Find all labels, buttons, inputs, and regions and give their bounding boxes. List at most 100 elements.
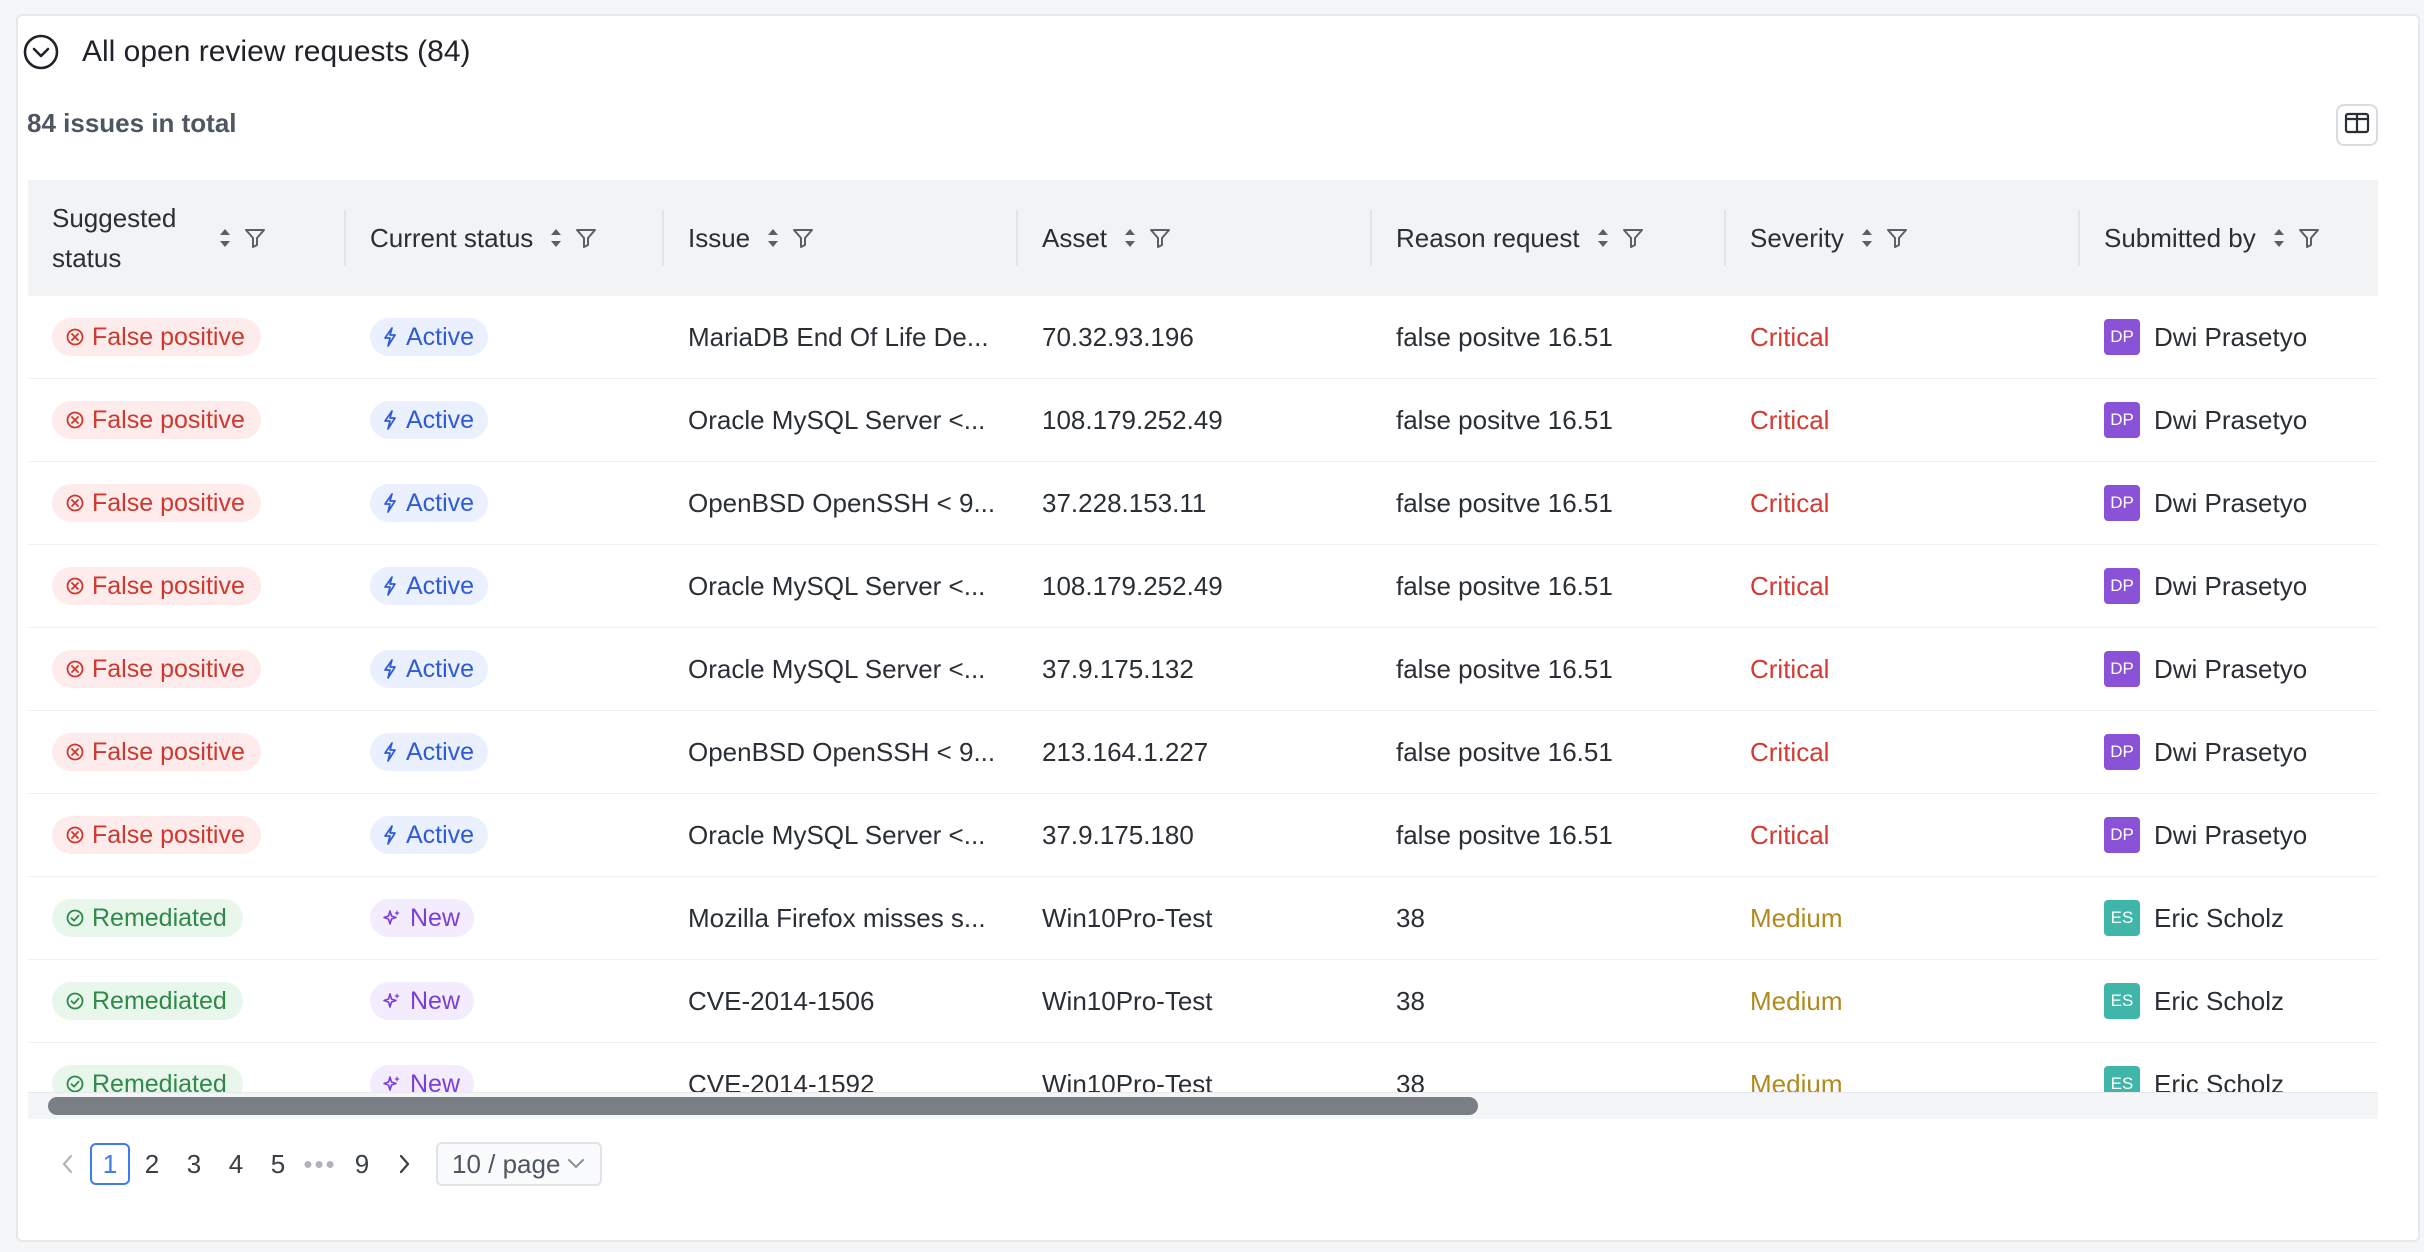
page-button-2[interactable]: 2 [132,1143,172,1185]
horizontal-scrollbar-thumb[interactable] [48,1097,1478,1115]
x-circle-icon [66,660,84,678]
reason-cell: false positve 16.51 [1396,819,1613,850]
current-status-tag: Active [370,650,489,688]
filter-icon[interactable] [1149,227,1171,249]
current-status-cell: New [346,1065,664,1092]
issue-cell[interactable]: MariaDB End Of Life De... [664,322,1018,353]
filter-icon[interactable] [2298,227,2320,249]
issue-cell[interactable]: Oracle MySQL Server <... [664,571,1018,602]
column-header-label: Reason request [1396,223,1580,253]
submitter-name: Dwi Prasetyo [2154,736,2308,767]
issue-cell[interactable]: OpenBSD OpenSSH < 9... [664,488,1018,519]
table-row[interactable]: Remediated New CVE-2014-1592 Win10Pro-Test 3… [28,1043,2378,1092]
current-status-tag: Active [370,401,489,439]
sparkle-icon [383,910,400,925]
prev-page-button[interactable] [48,1143,88,1185]
table-row[interactable]: Remediated New CVE-2014-1506 Win10Pro-Test 3… [28,960,2378,1043]
suggested-status-label: False positive [92,322,245,351]
suggested-status-cell: False positive [28,816,346,854]
suggested-status-tag: False positive [52,318,261,356]
suggested-status-label: False positive [92,405,245,434]
page-button-4[interactable]: 4 [216,1143,256,1185]
sort-icon[interactable] [1594,225,1612,251]
avatar: DP [2104,651,2140,687]
current-status-cell: Active [346,816,664,854]
check-circle-icon [66,992,84,1010]
table-row[interactable]: False positive Active OpenBSD OpenSSH < 9.… [28,462,2378,545]
issue-cell[interactable]: CVE-2014-1506 [664,986,1018,1017]
sort-icon[interactable] [1121,225,1139,251]
table-header: Suggested status Current status Issue Asset… [28,180,2378,296]
column-header-suggested-status[interactable]: Suggested status [28,180,346,296]
sort-icon[interactable] [1858,225,1876,251]
table-row[interactable]: False positive Active MariaDB End Of Life … [28,296,2378,379]
current-status-label: Active [406,571,475,600]
pagination-ellipsis[interactable]: ••• [300,1143,340,1185]
x-circle-icon [66,494,84,512]
column-header-severity[interactable]: Severity [1726,180,2080,296]
issue-cell[interactable]: OpenBSD OpenSSH < 9... [664,737,1018,768]
table-row[interactable]: False positive Active Oracle MySQL Server … [28,545,2378,628]
column-header-current-status[interactable]: Current status [346,180,664,296]
column-header-issue[interactable]: Issue [664,180,1018,296]
sort-icon[interactable] [216,225,234,251]
submitter-cell: DP Dwi Prasetyo [2080,319,2378,355]
sparkle-icon [383,1076,400,1091]
next-page-button[interactable] [384,1143,424,1185]
sort-icon[interactable] [2270,225,2288,251]
filter-icon[interactable] [1886,227,1908,249]
issue-cell[interactable]: Oracle MySQL Server <... [664,654,1018,685]
issue-cell[interactable]: Oracle MySQL Server <... [664,820,1018,851]
column-header-reason-request[interactable]: Reason request [1372,180,1726,296]
submitter-name: Eric Scholz [2154,1068,2285,1093]
column-settings-button[interactable] [2336,104,2378,146]
page-size-select[interactable]: 10 / page [436,1142,603,1186]
suggested-status-label: Remediated [92,1069,227,1093]
page-button-1[interactable]: 1 [90,1143,130,1185]
page-button-5[interactable]: 5 [258,1143,298,1185]
section-header[interactable]: All open review requests (84) [22,24,471,80]
horizontal-scrollbar[interactable] [28,1092,2378,1119]
sort-icon[interactable] [764,225,782,251]
suggested-status-cell: False positive [28,650,346,688]
submitter-name: Dwi Prasetyo [2154,570,2308,601]
severity-cell: Critical [1750,819,1830,850]
lightning-icon [384,742,396,762]
filter-icon[interactable] [575,227,597,249]
current-status-label: Active [406,488,475,517]
submitter-name: Eric Scholz [2154,902,2285,933]
submitter-cell: ES Eric Scholz [2080,900,2378,936]
table-row[interactable]: False positive Active Oracle MySQL Server … [28,794,2378,877]
chevron-down-circle-icon[interactable] [22,33,60,71]
suggested-status-label: False positive [92,654,245,683]
table-body: False positive Active MariaDB End Of Life … [28,296,2378,1092]
submitter-cell: DP Dwi Prasetyo [2080,651,2378,687]
sort-icon[interactable] [547,225,565,251]
asset-cell: 70.32.93.196 [1042,321,1194,352]
suggested-status-tag: Remediated [52,899,243,937]
table-row[interactable]: Remediated New Mozilla Firefox misses s...… [28,877,2378,960]
suggested-status-label: False positive [92,820,245,849]
severity-cell: Critical [1750,736,1830,767]
issue-cell[interactable]: CVE-2014-1592 [664,1069,1018,1093]
filter-icon[interactable] [792,227,814,249]
reason-cell: false positve 16.51 [1396,487,1613,518]
filter-icon[interactable] [244,227,266,249]
reason-cell: 38 [1396,1068,1425,1093]
filter-icon[interactable] [1622,227,1644,249]
current-status-tag: Active [370,733,489,771]
issue-cell[interactable]: Oracle MySQL Server <... [664,405,1018,436]
table-row[interactable]: False positive Active OpenBSD OpenSSH < 9.… [28,711,2378,794]
column-header-submitted-by[interactable]: Submitted by [2080,180,2378,296]
chevron-right-icon [399,1154,410,1174]
page-button-last[interactable]: 9 [342,1143,382,1185]
columns-layout-icon [2344,112,2370,139]
table-row[interactable]: False positive Active Oracle MySQL Server … [28,628,2378,711]
lightning-icon [384,825,396,845]
suggested-status-tag: False positive [52,650,261,688]
table-row[interactable]: False positive Active Oracle MySQL Server … [28,379,2378,462]
issue-cell[interactable]: Mozilla Firefox misses s... [664,903,1018,934]
column-header-asset[interactable]: Asset [1018,180,1372,296]
page-button-3[interactable]: 3 [174,1143,214,1185]
suggested-status-label: False positive [92,571,245,600]
